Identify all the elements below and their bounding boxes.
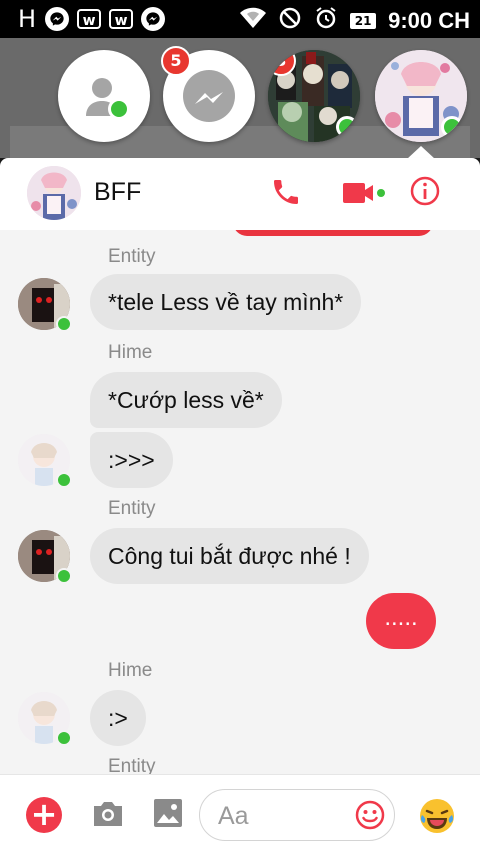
- online-indicator: [56, 568, 72, 584]
- previous-message-bubble: [233, 230, 433, 236]
- do-not-disturb-icon: [278, 6, 302, 35]
- online-indicator: [441, 116, 463, 138]
- video-camera-icon: [343, 183, 385, 203]
- message-composer: +: [0, 774, 480, 855]
- sticker-button[interactable]: [354, 799, 386, 831]
- chat-head-group[interactable]: 3: [268, 50, 360, 142]
- person-icon: [86, 78, 118, 116]
- camera-button[interactable]: [91, 799, 125, 829]
- plus-icon: +: [30, 795, 58, 833]
- more-actions-button[interactable]: +: [26, 797, 62, 833]
- gallery-button[interactable]: [152, 797, 184, 829]
- video-call-button[interactable]: [341, 178, 389, 208]
- online-indicator: [336, 116, 358, 138]
- sender-name: Entity: [108, 756, 156, 774]
- message-bubble[interactable]: *Cướp less về*: [90, 372, 282, 428]
- my-message-bubble[interactable]: .....: [366, 593, 436, 649]
- network-type-indicator: H: [18, 5, 38, 33]
- laughing-emoji-icon: [420, 799, 454, 833]
- message-list[interactable]: Entity *tele Less về tay mình* Hime *Cướ…: [0, 230, 480, 774]
- info-icon: [410, 176, 440, 206]
- conversation-info-button[interactable]: [409, 175, 441, 207]
- image-icon: [154, 799, 182, 827]
- chat-head-bff[interactable]: [375, 50, 467, 142]
- sender-name: Entity: [108, 498, 156, 519]
- w-app-icon-2: w: [109, 9, 134, 29]
- message-bubble[interactable]: :>>>: [90, 432, 173, 488]
- battery-level: 21: [350, 12, 377, 29]
- message-bubble[interactable]: *tele Less về tay mình*: [90, 274, 362, 330]
- unread-badge: 5: [161, 46, 191, 76]
- camera-icon: [94, 802, 122, 826]
- message-bubble[interactable]: :>: [90, 690, 146, 746]
- messenger-notification-icon-2: [141, 7, 166, 31]
- chat-head-messenger[interactable]: 5: [161, 46, 255, 142]
- conversation-title: BFF: [94, 178, 142, 206]
- chat-head-contacts[interactable]: [58, 50, 150, 142]
- online-indicator: [56, 316, 72, 332]
- quick-reaction-button[interactable]: [418, 797, 456, 835]
- smiley-icon: [355, 800, 385, 830]
- status-bar: H w w 21 9:00 CH: [0, 0, 480, 38]
- sender-name: Entity: [108, 246, 156, 267]
- bff-avatar-image: [27, 166, 81, 220]
- sender-name: Hime: [108, 660, 153, 681]
- w-app-icon: w: [77, 9, 102, 29]
- clock: 9:00 CH: [388, 7, 470, 33]
- wifi-icon: [240, 7, 267, 34]
- message-input[interactable]: [216, 798, 350, 834]
- chat-header: BFF: [0, 158, 480, 230]
- conversation-avatar[interactable]: [27, 166, 81, 220]
- sender-name: Hime: [108, 342, 153, 363]
- message-bubble[interactable]: Công tui bắt được nhé !: [90, 528, 369, 584]
- alarm-icon: [314, 6, 338, 35]
- online-indicator: [56, 730, 72, 746]
- phone-icon: [274, 180, 298, 204]
- message-input-container[interactable]: [199, 789, 395, 841]
- messenger-notification-icon: [45, 7, 70, 31]
- online-indicator: [56, 472, 72, 488]
- voice-call-button[interactable]: [270, 176, 302, 208]
- online-indicator: [108, 98, 130, 120]
